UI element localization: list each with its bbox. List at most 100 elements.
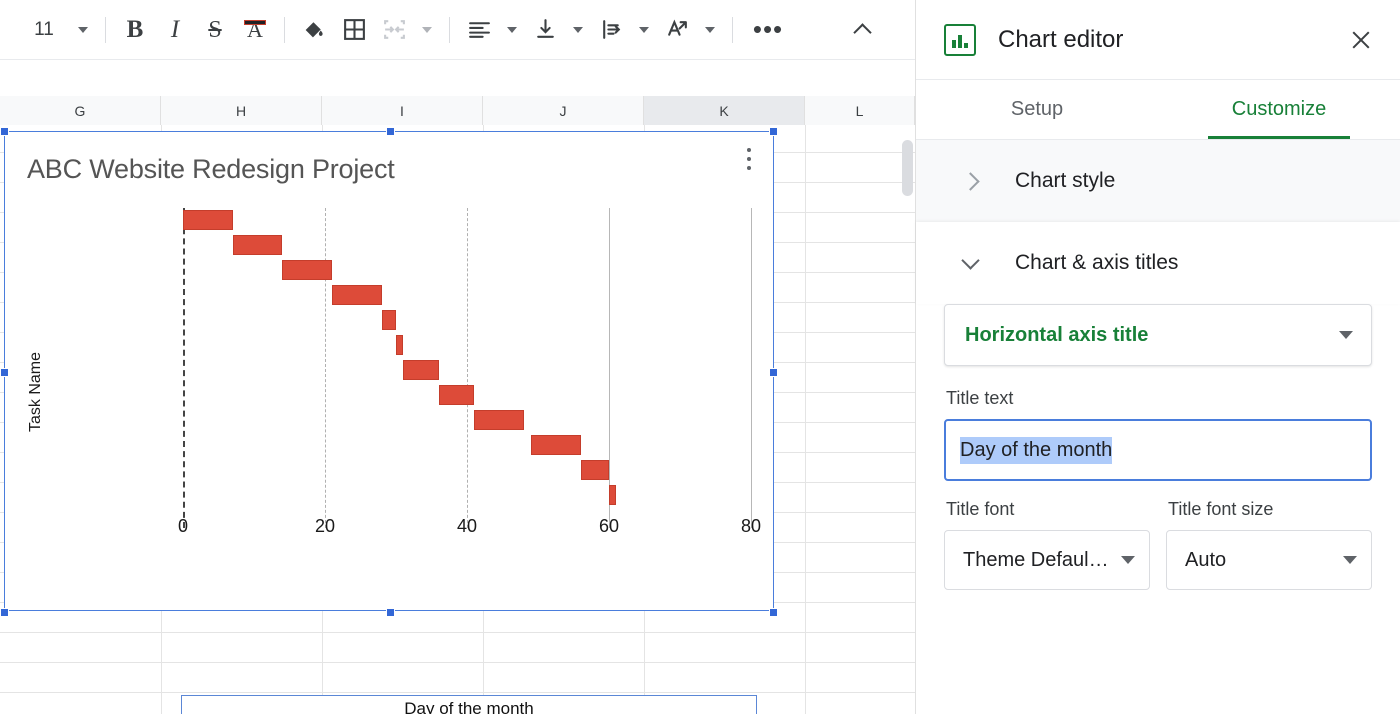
chart-editor-icon	[944, 23, 976, 56]
text-rotation-button[interactable]	[657, 10, 697, 50]
gantt-bar[interactable]	[530, 435, 581, 455]
horizontal-align-icon	[468, 22, 490, 38]
collapse-toolbar-button[interactable]	[842, 10, 882, 50]
more-horizontal-icon: •••	[752, 14, 784, 44]
chart-editor-tabs: Setup Customize	[916, 80, 1400, 140]
title-font-size-select[interactable]: Auto	[1166, 530, 1372, 590]
font-size-dropdown-arrow[interactable]	[70, 10, 96, 50]
text-wrapping-dropdown-arrow[interactable]	[631, 10, 657, 50]
gantt-bar[interactable]	[232, 235, 283, 255]
horizontal-align-dropdown-arrow[interactable]	[499, 10, 525, 50]
chevron-down-icon	[78, 26, 88, 33]
title-type-select[interactable]: Horizontal axis title	[944, 304, 1372, 366]
column-header-k[interactable]: K	[644, 96, 805, 125]
chevron-down-icon	[422, 26, 432, 33]
resize-handle-bottom-left[interactable]	[0, 608, 9, 617]
formula-bar-spacer	[0, 61, 915, 96]
resize-handle-top-center[interactable]	[386, 127, 395, 136]
column-header-j[interactable]: J	[483, 96, 644, 125]
borders-button[interactable]	[334, 10, 374, 50]
tab-customize[interactable]: Customize	[1158, 80, 1400, 139]
text-rotation-dropdown-arrow[interactable]	[697, 10, 723, 50]
gantt-bar[interactable]	[381, 310, 396, 330]
gantt-bar[interactable]	[403, 360, 439, 380]
bold-icon: B	[126, 16, 144, 43]
gridline-60	[609, 208, 610, 528]
gridline-40	[467, 208, 468, 528]
resize-handle-bottom-center[interactable]	[386, 608, 395, 617]
chart-editor-title: Chart editor	[998, 25, 1124, 53]
tab-setup[interactable]: Setup	[916, 80, 1158, 139]
gantt-bar[interactable]	[438, 385, 475, 405]
gantt-bar[interactable]	[609, 485, 617, 505]
italic-button[interactable]: I	[155, 10, 195, 50]
bold-button[interactable]: B	[115, 10, 155, 50]
grid-line-vertical	[805, 125, 806, 714]
text-rotation-icon	[667, 19, 687, 36]
gantt-bar[interactable]	[580, 460, 609, 480]
fill-color-button[interactable]	[294, 10, 334, 50]
section-chart-axis-titles-label: Chart & axis titles	[1015, 251, 1179, 274]
resize-handle-top-right[interactable]	[769, 127, 778, 136]
section-chart-style[interactable]: Chart style	[916, 140, 1400, 222]
chevron-down-icon	[1343, 556, 1357, 564]
more-options-button[interactable]: •••	[748, 10, 788, 50]
column-header-h[interactable]: H	[161, 96, 322, 125]
horizontal-align-button[interactable]	[459, 10, 499, 50]
resize-handle-middle-left[interactable]	[0, 368, 9, 377]
column-header-l[interactable]: L	[805, 96, 915, 125]
horizontal-axis-title-textbox[interactable]: Day of the month	[181, 695, 757, 714]
strikethrough-button[interactable]: S	[195, 10, 235, 50]
resize-handle-bottom-right[interactable]	[769, 608, 778, 617]
gridline-80	[751, 208, 752, 528]
chevron-down-icon	[507, 26, 517, 33]
toolbar-divider	[732, 16, 733, 43]
font-size-input[interactable]: 11	[18, 10, 70, 50]
x-axis-tick-60: 60	[598, 516, 620, 536]
gantt-bar[interactable]	[396, 335, 404, 355]
column-header-g[interactable]: G	[0, 96, 161, 125]
merge-cells-dropdown-arrow[interactable]	[414, 10, 440, 50]
chevron-right-icon	[961, 171, 980, 191]
text-color-icon: A	[243, 18, 266, 41]
gantt-bar[interactable]	[332, 285, 382, 305]
x-axis-tick-40: 40	[456, 516, 478, 536]
gantt-bar[interactable]	[183, 210, 233, 230]
chevron-down-icon	[639, 26, 649, 33]
chevron-down-icon	[1339, 331, 1353, 339]
vertical-align-button[interactable]	[525, 10, 565, 50]
merge-cells-button[interactable]	[374, 10, 414, 50]
section-chart-axis-titles[interactable]: Chart & axis titles	[916, 222, 1400, 304]
chevron-down-icon	[573, 26, 583, 33]
vertical-align-icon	[536, 19, 554, 38]
scrollbar-thumb[interactable]	[902, 140, 913, 196]
chevron-down-icon	[1121, 556, 1135, 564]
close-icon[interactable]	[1346, 25, 1376, 55]
chart-axis-titles-body: Horizontal axis title Title text Day of …	[916, 304, 1400, 590]
title-text-label: Title text	[946, 388, 1014, 408]
grid-line-horizontal	[0, 662, 915, 663]
text-wrapping-button[interactable]	[591, 10, 631, 50]
vertical-align-dropdown-arrow[interactable]	[565, 10, 591, 50]
chevron-up-icon	[852, 22, 872, 42]
resize-handle-top-left[interactable]	[0, 127, 9, 136]
google-sheets-chart-editor-screen: 11 B I S A ••• G H I J K L ABC Website R…	[0, 0, 1400, 714]
title-text-input[interactable]: Day of the month	[944, 419, 1372, 481]
text-wrapping-icon	[602, 20, 620, 39]
gridline-20	[325, 208, 326, 528]
toolbar-divider	[449, 16, 450, 43]
column-header-i[interactable]: I	[322, 96, 483, 125]
chevron-down-icon	[961, 251, 980, 270]
fill-color-icon	[305, 22, 323, 38]
gantt-chart-object[interactable]: ABC Website Redesign Project Task Name T…	[0, 127, 778, 714]
title-font-size-label: Title font size	[1168, 499, 1274, 519]
gantt-bar[interactable]	[282, 260, 333, 280]
gantt-bar[interactable]	[474, 410, 524, 430]
vertical-scrollbar[interactable]	[902, 128, 913, 714]
resize-handle-middle-right[interactable]	[769, 368, 778, 377]
title-text-value: Day of the month	[960, 436, 1113, 464]
toolbar-divider	[105, 16, 106, 43]
title-font-select[interactable]: Theme Defaul…	[944, 530, 1150, 590]
x-axis-tick-20: 20	[314, 516, 336, 536]
text-color-button[interactable]: A	[235, 10, 275, 50]
